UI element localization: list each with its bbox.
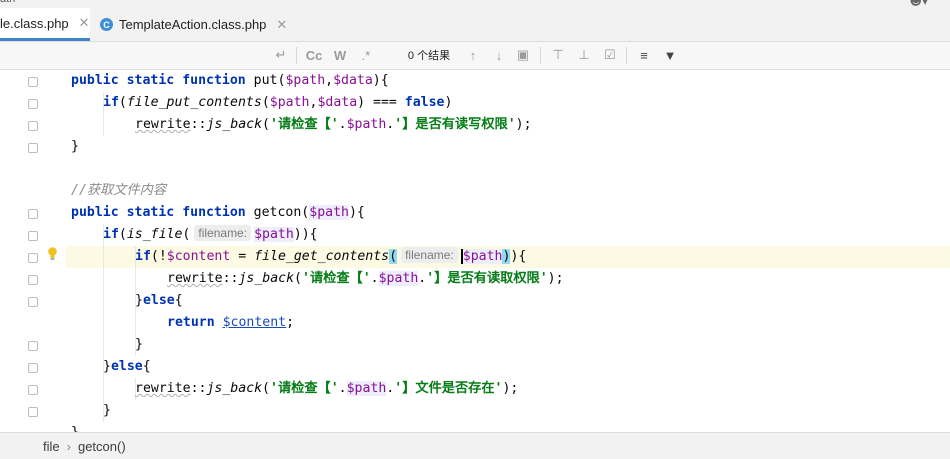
parameter-hint: filename:: [194, 225, 252, 241]
arrow-up-icon[interactable]: ↑: [464, 46, 482, 64]
words-toggle[interactable]: W: [330, 46, 350, 64]
path-fragment: ath: [0, 0, 15, 5]
code-line: }else{: [135, 293, 183, 308]
code-line: rewrite::js_back('请检查【'.$path.'】是否有读取权限'…: [167, 271, 564, 286]
editor-tab-bar: le.class.php ✕ C TemplateAction.class.ph…: [0, 8, 950, 42]
find-toolbar: ↵ Cc W .* 0 个结果 ↑ ↓ ▣ ⊤ ⊥ ☑ ≡ ▼: [0, 42, 950, 70]
code-line: }else{: [103, 359, 151, 374]
close-icon[interactable]: ✕: [79, 15, 90, 31]
breadcrumb-item-file[interactable]: file: [43, 439, 60, 454]
fold-marker[interactable]: [28, 99, 38, 109]
fold-marker[interactable]: [28, 231, 38, 241]
breadcrumb-item-getcon[interactable]: getcon(): [78, 439, 126, 454]
code-line: rewrite::js_back('请检查【'.$path.'】文件是否存在')…: [135, 381, 519, 396]
parameter-hint: filename:: [401, 247, 458, 263]
tab-label: TemplateAction.class.php: [119, 17, 267, 32]
code-editor[interactable]: public static function put($path,$data){…: [0, 70, 950, 432]
filter-icon[interactable]: ▼: [660, 46, 680, 64]
code-line: }: [103, 403, 111, 418]
tab-templateaction-class[interactable]: C TemplateAction.class.php ✕: [100, 8, 290, 41]
tab-file-class[interactable]: le.class.php ✕: [0, 8, 90, 41]
fold-marker[interactable]: [28, 209, 38, 219]
fold-marker[interactable]: [28, 77, 38, 87]
filter-lines-icon[interactable]: ≡: [634, 46, 654, 64]
breadcrumb: file › getcon(): [0, 432, 950, 459]
indent-guide: [103, 224, 104, 422]
code-line: }: [71, 422, 79, 432]
fold-marker[interactable]: [28, 253, 38, 263]
fold-marker[interactable]: [28, 275, 38, 285]
remove-selection-icon[interactable]: ⊥: [574, 46, 594, 64]
fold-marker[interactable]: [28, 297, 38, 307]
regex-toggle[interactable]: .*: [356, 46, 376, 64]
replace-newline-icon[interactable]: ↵: [272, 46, 290, 64]
fold-marker[interactable]: [28, 121, 38, 131]
tab-label: le.class.php: [0, 15, 69, 31]
close-icon[interactable]: ✕: [276, 17, 287, 33]
code-line: }: [71, 139, 79, 154]
code-line-current: if(!$content = file_get_contents(filenam…: [135, 247, 527, 264]
add-selection-icon[interactable]: ⊤: [548, 46, 568, 64]
code-line: public static function getcon($path){: [71, 205, 365, 220]
fold-marker[interactable]: [28, 363, 38, 373]
fold-marker[interactable]: [28, 407, 38, 417]
gutter: [0, 70, 66, 432]
match-case-toggle[interactable]: Cc: [304, 46, 324, 64]
code-line: rewrite::js_back('请检查【'.$path.'】是否有读写权限'…: [135, 117, 532, 132]
code-line: }: [135, 337, 143, 352]
code-comment: //获取文件内容: [71, 183, 167, 198]
chevron-right-icon: ›: [66, 438, 71, 454]
code-line: return $content;: [167, 315, 295, 330]
select-all-occurrences-icon[interactable]: ☑: [600, 46, 620, 64]
account-icon[interactable]: ☻▾: [909, 0, 928, 8]
code-line: if(is_file(filename: $path)){: [103, 225, 318, 242]
result-count: 0 个结果: [407, 50, 451, 62]
code-line: public static function put($path,$data){: [71, 73, 389, 88]
code-line: if(file_put_contents($path,$data) === fa…: [103, 95, 453, 110]
lightbulb-icon[interactable]: [47, 247, 58, 260]
fold-marker[interactable]: [28, 143, 38, 153]
php-class-icon: C: [100, 18, 113, 31]
text-caret: $path: [460, 249, 503, 264]
title-strip: ath ☻▾: [0, 0, 950, 8]
fold-marker[interactable]: [28, 341, 38, 351]
fold-marker[interactable]: [28, 385, 38, 395]
arrow-down-icon[interactable]: ↓: [490, 46, 508, 64]
open-in-window-icon[interactable]: ▣: [514, 46, 532, 64]
